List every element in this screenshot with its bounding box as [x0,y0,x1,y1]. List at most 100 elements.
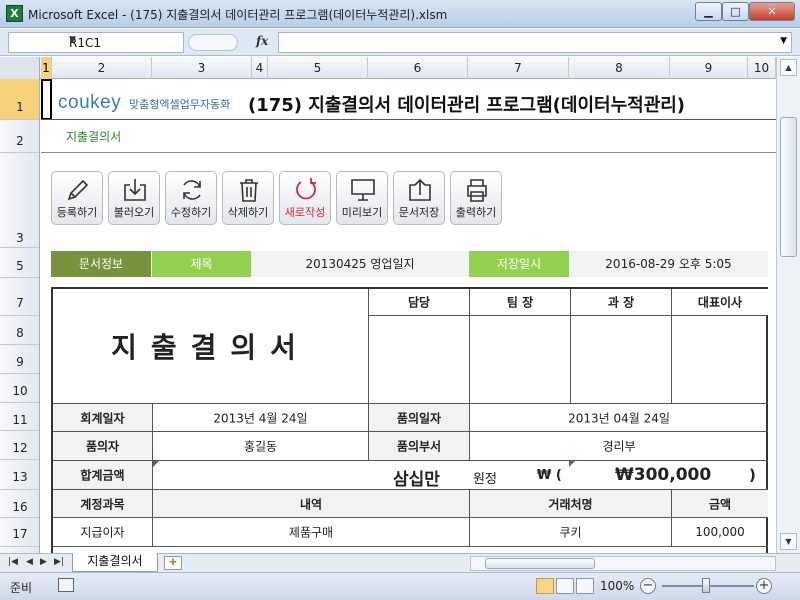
row-header[interactable]: 1 [0,79,39,120]
table-row-description[interactable]: 제품구매 [153,518,470,547]
column-header[interactable]: 3 [152,57,252,79]
approval-sign-box[interactable] [571,316,672,404]
row-header[interactable]: 9 [0,345,39,374]
page-break-view-icon[interactable] [576,578,594,594]
brand-tagline: 맞춤형엑셀업무자동화 [129,98,231,111]
last-sheet-icon[interactable]: ▶| [54,557,64,567]
row-header[interactable]: 11 [0,403,39,431]
table-row-account[interactable]: 지급이자 [53,518,153,547]
row-header[interactable]: 5 [0,248,39,278]
delete-button[interactable]: 삭제하기 [222,171,274,225]
column-header[interactable]: 7 [468,57,569,79]
request-date-value[interactable]: 2013년 04월 24일 [470,404,768,432]
name-box[interactable]: R1C1 ▼ [8,32,184,53]
approval-label: 과 장 [607,295,635,310]
insert-function-icon[interactable]: fx [256,34,268,48]
close-paren: ) [749,466,756,484]
row-header[interactable]: 12 [0,431,39,460]
column-header[interactable]: 5 [268,57,368,79]
normal-view-icon[interactable] [536,578,554,594]
status-bar: 준비 100% − + [0,572,800,600]
table-row-amount[interactable]: 100,000 [672,518,768,547]
subject-value[interactable]: 20130425 영업일지 [251,251,469,277]
column-header[interactable]: 1 [41,57,52,79]
row-header[interactable]: 8 [0,316,39,345]
worksheet-grid[interactable]: coukey 맞춤형엑셀업무자동화 (175) 지출결의서 데이터관리 프로그램… [41,79,776,553]
macro-record-icon[interactable] [58,578,74,592]
total-korean: 삼십만 [393,470,440,490]
next-sheet-icon[interactable]: ▶ [40,557,47,567]
horizontal-scroll-thumb[interactable] [485,558,595,569]
zoom-out-icon[interactable]: − [640,578,656,594]
edit-button[interactable]: 수정하기 [165,171,217,225]
zoom-in-icon[interactable]: + [756,578,772,594]
approval-sign-box[interactable] [672,316,768,404]
new-document-button[interactable]: 새로작성 [279,171,331,225]
row-header[interactable]: 10 [0,374,39,403]
expense-form: 지출결의서 담당 팀 장 과 장 대표이사 회계일자 2013년 4월 24일 … [51,287,768,553]
approval-sign-box[interactable] [369,316,470,404]
approval-sign-box[interactable] [470,316,571,404]
title-divider [41,119,776,120]
sheet-tab[interactable]: 지출결의서 [72,553,158,572]
row-header[interactable]: 13 [0,460,39,490]
vertical-scroll-thumb[interactable] [780,117,797,257]
save-document-button[interactable]: 문서저장 [393,171,445,225]
insert-sheet-icon[interactable]: ✚ [164,556,182,570]
load-button[interactable]: 불러오기 [108,171,160,225]
prev-sheet-icon[interactable]: ◀ [26,557,33,567]
column-header[interactable]: 10 [748,57,776,79]
column-header[interactable]: 6 [368,57,468,79]
formula-controls: fx [186,32,276,53]
register-button[interactable]: 등록하기 [51,171,103,225]
column-header[interactable]: 8 [569,57,670,79]
vertical-scrollbar[interactable]: ▲ ▼ [776,57,800,553]
row-header[interactable]: 2 [0,120,39,153]
close-button[interactable]: ✕ [749,2,795,21]
first-sheet-icon[interactable]: |◀ [8,557,18,567]
requester-label: 품의자 [53,432,153,461]
requester-value[interactable]: 홍길동 [153,432,369,461]
scroll-up-icon[interactable]: ▲ [780,59,797,76]
maximize-button[interactable]: □ [722,2,749,21]
won-label: 원정 [473,472,497,487]
minimize-button[interactable]: ▁ [695,2,722,21]
column-header[interactable]: 4 [252,57,268,79]
table-row-vendor[interactable]: 쿠키 [470,518,672,547]
saved-value[interactable]: 2016-08-29 오후 5:05 [569,251,768,277]
zoom-level[interactable]: 100% [600,579,634,593]
preview-button[interactable]: 미리보기 [336,171,388,225]
excel-icon: X [6,5,23,22]
accounting-date-value[interactable]: 2013년 4월 24일 [153,404,369,432]
row-header[interactable]: 3 [0,153,39,248]
horizontal-scrollbar[interactable] [470,556,776,571]
select-all-corner[interactable] [0,57,40,79]
approval-label: 팀 장 [506,295,534,310]
won-open: ₩ ( [537,468,562,483]
dept-value[interactable]: 경리부 [470,432,768,461]
row-header[interactable]: 16 [0,490,39,518]
sheet-tabs-bar: |◀ ◀ ▶ ▶| 지출결의서 ✚ [0,553,800,572]
page-layout-view-icon[interactable] [556,578,574,594]
chevron-down-icon[interactable]: ▼ [69,35,179,45]
total-label: 합계금액 [53,461,153,490]
column-header[interactable]: 9 [670,57,748,79]
print-label: 출력하기 [455,206,497,219]
edit-label: 수정하기 [170,206,212,219]
row-headers: 1 2 3 5 7 8 9 10 11 12 13 16 17 [0,79,40,553]
scroll-down-icon[interactable]: ▼ [780,533,797,550]
approval-header: 과 장 [571,289,672,316]
selected-cell[interactable] [41,79,52,120]
expand-formula-icon[interactable]: ▼ [780,36,787,46]
zoom-slider-thumb[interactable] [702,578,710,593]
title-bar: X Microsoft Excel - (175) 지출결의서 데이터관리 프로… [0,0,800,28]
column-header[interactable]: 2 [52,57,152,79]
row-header[interactable]: 7 [0,278,39,316]
form-title-cell[interactable]: 지출결의서 [53,289,369,404]
total-amount-row[interactable]: 삼십만 원정 ₩ ( ₩300,000 ) [153,461,768,490]
window-title: Microsoft Excel - (175) 지출결의서 데이터관리 프로그램… [28,8,448,22]
print-button[interactable]: 출력하기 [450,171,502,225]
formula-cancel-confirm[interactable] [188,34,238,51]
formula-input[interactable]: ▼ [278,32,792,53]
row-header[interactable]: 17 [0,518,39,547]
